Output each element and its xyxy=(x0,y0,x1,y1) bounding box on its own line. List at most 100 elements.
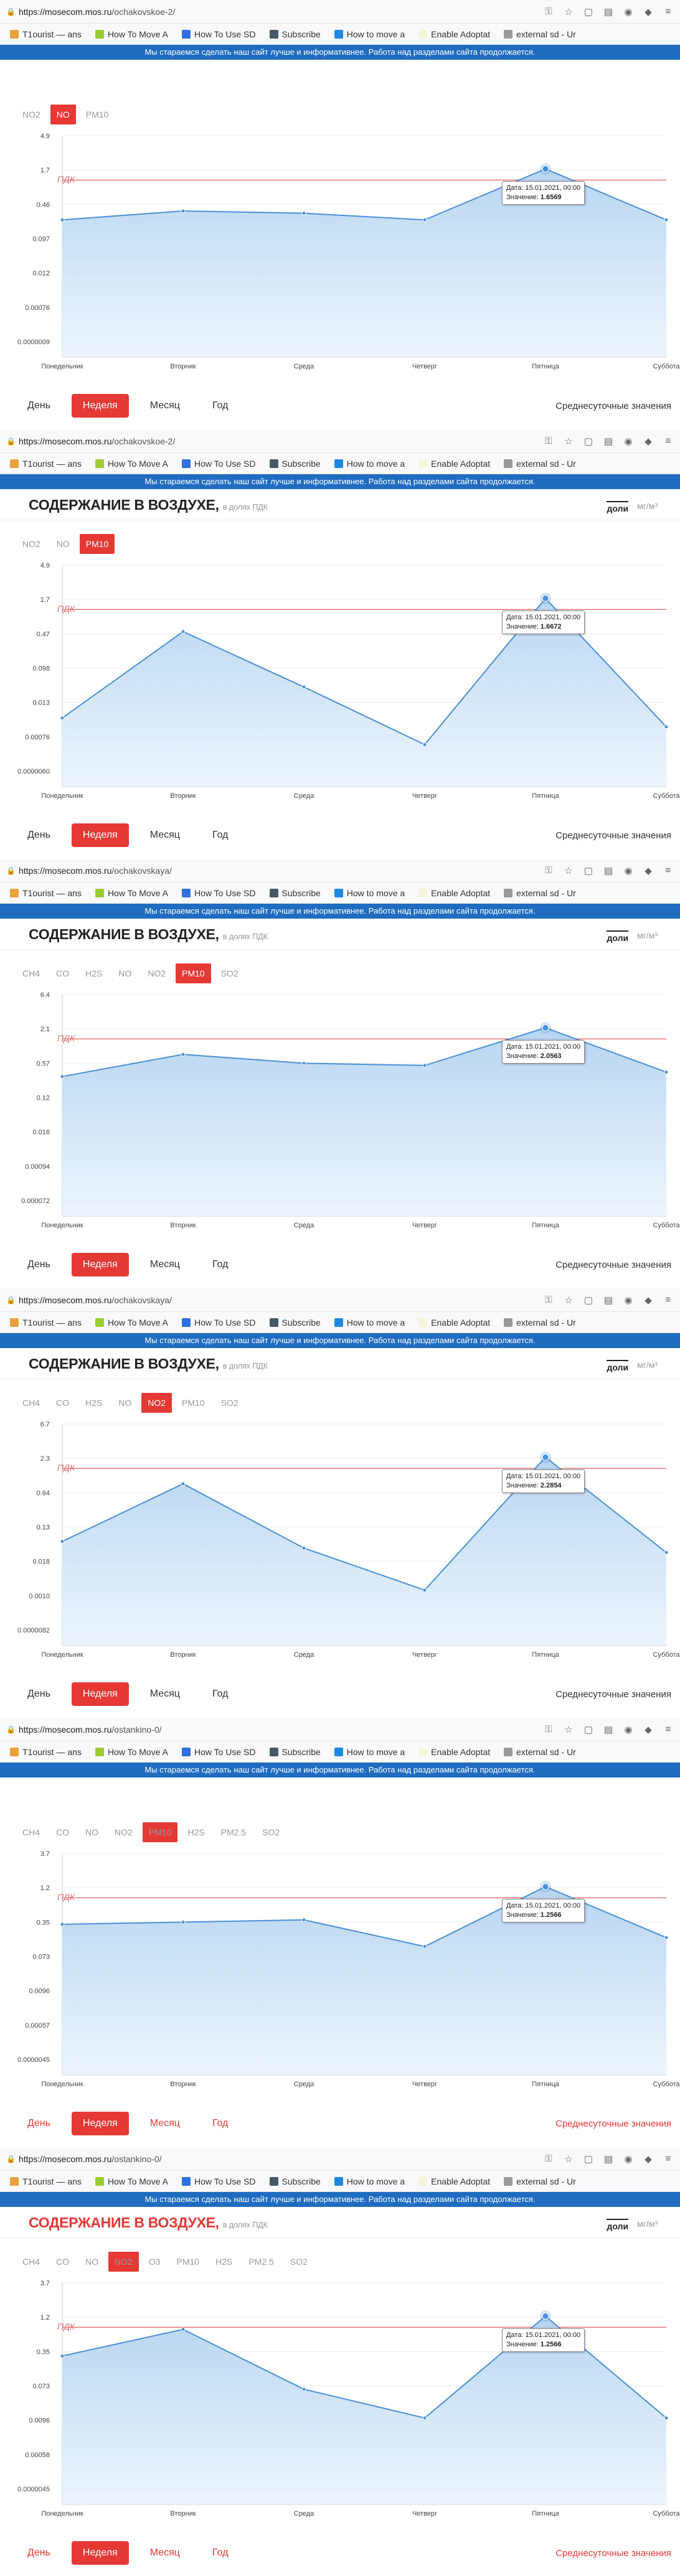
key-icon[interactable]: ⚿ xyxy=(543,1724,554,1735)
bookmark-item[interactable]: How To Move A xyxy=(90,2176,173,2186)
pollutant-tab[interactable]: NO2 xyxy=(108,1822,139,1842)
bookmark-item[interactable]: Subscribe xyxy=(265,1318,326,1328)
pollutant-tab[interactable]: NO xyxy=(79,1822,105,1842)
period-button[interactable]: Год xyxy=(201,823,239,847)
url-text[interactable]: https://mosecom.mos.ru/ostankino-0/ xyxy=(19,1725,543,1735)
key-icon[interactable]: ⚿ xyxy=(543,1295,554,1305)
pollutant-tab[interactable]: PM2.5 xyxy=(242,2252,280,2272)
shield-icon[interactable]: ◆ xyxy=(643,1295,654,1306)
tabs-icon[interactable]: ▤ xyxy=(603,1724,614,1735)
extension-icon[interactable]: ◉ xyxy=(623,6,634,17)
bookmark-item[interactable]: How to move a xyxy=(329,459,410,469)
pollutant-tab[interactable]: NO2 xyxy=(141,1393,172,1413)
bookmark-item[interactable]: T1ourist — ans xyxy=(5,2176,87,2186)
star-icon[interactable]: ☆ xyxy=(563,865,574,876)
key-icon[interactable]: ⚿ xyxy=(543,436,554,446)
url-text[interactable]: https://mosecom.mos.ru/ochakovskaya/ xyxy=(19,866,543,876)
pollutant-tab[interactable]: NO xyxy=(50,534,76,554)
menu-icon[interactable]: ≡ xyxy=(663,6,674,17)
star-icon[interactable]: ☆ xyxy=(563,2153,574,2165)
pollutant-tab[interactable]: PM10 xyxy=(176,963,211,983)
url-text[interactable]: https://mosecom.mos.ru/ostankino-0/ xyxy=(19,2154,543,2164)
bookmark-item[interactable]: Enable Adoptat xyxy=(413,459,495,469)
reader-icon[interactable]: ▢ xyxy=(583,6,594,17)
pollutant-tab[interactable]: PM10 xyxy=(142,1822,178,1842)
reader-icon[interactable]: ▢ xyxy=(583,1295,594,1306)
address-bar[interactable]: 🔒 https://mosecom.mos.ru/ostankino-0/⚿ ☆ ▢ ▤… xyxy=(0,2147,680,2171)
period-button[interactable]: День xyxy=(16,823,62,847)
reader-icon[interactable]: ▢ xyxy=(583,2153,594,2165)
bookmark-item[interactable]: How To Use SD xyxy=(177,1318,261,1328)
bookmark-item[interactable]: external sd - Ur xyxy=(499,2176,581,2186)
address-bar[interactable]: 🔒 https://mosecom.mos.ru/ochakovskaya/⚿ ☆ ▢… xyxy=(0,859,680,883)
period-button[interactable]: Месяц xyxy=(139,1682,191,1706)
reader-icon[interactable]: ▢ xyxy=(583,436,594,447)
url-text[interactable]: https://mosecom.mos.ru/ochakovskaya/ xyxy=(19,1295,543,1305)
key-icon[interactable]: ⚿ xyxy=(543,6,554,17)
pollutant-tab[interactable]: PM10 xyxy=(79,534,115,554)
extension-icon[interactable]: ◉ xyxy=(623,865,634,876)
bookmark-item[interactable]: Subscribe xyxy=(265,459,326,469)
extension-icon[interactable]: ◉ xyxy=(623,436,634,447)
period-button[interactable]: Месяц xyxy=(139,2541,191,2565)
bookmark-item[interactable]: How To Use SD xyxy=(177,1747,261,1757)
period-button[interactable]: Неделя xyxy=(71,2112,129,2135)
period-button[interactable]: День xyxy=(16,1253,62,1276)
star-icon[interactable]: ☆ xyxy=(563,6,574,17)
bookmark-item[interactable]: Enable Adoptat xyxy=(413,1318,495,1328)
period-button[interactable]: Неделя xyxy=(71,394,129,418)
period-button[interactable]: Год xyxy=(201,2112,239,2135)
menu-icon[interactable]: ≡ xyxy=(663,2153,674,2164)
address-bar[interactable]: 🔒 https://mosecom.mos.ru/ostankino-0/⚿ ☆ ▢ ▤… xyxy=(0,1718,680,1741)
extension-icon[interactable]: ◉ xyxy=(623,2153,634,2165)
pollutant-tab[interactable]: NO2 xyxy=(16,105,47,124)
bookmark-item[interactable]: How To Move A xyxy=(90,1747,173,1757)
period-button[interactable]: Неделя xyxy=(71,2541,129,2565)
period-button[interactable]: Год xyxy=(201,2541,239,2565)
star-icon[interactable]: ☆ xyxy=(563,436,574,447)
menu-icon[interactable]: ≡ xyxy=(663,436,674,446)
pollutant-tab[interactable]: NO2 xyxy=(16,534,47,554)
tabs-icon[interactable]: ▤ xyxy=(603,6,614,17)
reader-icon[interactable]: ▢ xyxy=(583,1724,594,1735)
pollutant-tab[interactable]: NO2 xyxy=(108,2252,139,2272)
extension-icon[interactable]: ◉ xyxy=(623,1724,634,1735)
shield-icon[interactable]: ◆ xyxy=(643,2153,654,2165)
pollutant-tab[interactable]: CH4 xyxy=(16,1393,46,1413)
pollutant-tab[interactable]: PM10 xyxy=(171,2252,206,2272)
bookmark-item[interactable]: external sd - Ur xyxy=(499,1747,581,1757)
pollutant-tab[interactable]: H2S xyxy=(79,1393,108,1413)
shield-icon[interactable]: ◆ xyxy=(643,6,654,17)
pollutant-tab[interactable]: H2S xyxy=(209,2252,238,2272)
reader-icon[interactable]: ▢ xyxy=(583,865,594,876)
star-icon[interactable]: ☆ xyxy=(563,1724,574,1735)
address-bar[interactable]: 🔒 https://mosecom.mos.ru/ochakovskoe-2/⚿ ☆… xyxy=(0,429,680,453)
bookmark-item[interactable]: Subscribe xyxy=(265,888,326,898)
pollutant-tab[interactable]: O3 xyxy=(143,2252,167,2272)
period-button[interactable]: Год xyxy=(201,1253,239,1276)
url-text[interactable]: https://mosecom.mos.ru/ochakovskoe-2/ xyxy=(19,436,543,446)
shield-icon[interactable]: ◆ xyxy=(643,436,654,447)
period-button[interactable]: Месяц xyxy=(139,394,191,418)
pollutant-tab[interactable]: NO2 xyxy=(141,963,172,983)
pollutant-tab[interactable]: NO xyxy=(79,2252,105,2272)
pollutant-tab[interactable]: CO xyxy=(50,1822,75,1842)
bookmark-item[interactable]: Subscribe xyxy=(265,1747,326,1757)
tabs-icon[interactable]: ▤ xyxy=(603,1295,614,1306)
bookmark-item[interactable]: Subscribe xyxy=(265,2176,326,2186)
bookmark-item[interactable]: How to move a xyxy=(329,1747,410,1757)
pollutant-tab[interactable]: PM2.5 xyxy=(215,1822,252,1842)
bookmark-item[interactable]: How to move a xyxy=(329,2176,410,2186)
period-button[interactable]: День xyxy=(16,2541,62,2565)
pollutant-tab[interactable]: SO2 xyxy=(215,1393,245,1413)
pollutant-tab[interactable]: CO xyxy=(50,963,75,983)
unit-mg-button[interactable]: мг/м³ xyxy=(637,1360,658,1372)
bookmark-item[interactable]: How To Use SD xyxy=(177,459,261,469)
bookmark-item[interactable]: How To Move A xyxy=(90,29,173,39)
unit-doli-button[interactable]: доли xyxy=(607,501,629,513)
period-button[interactable]: Неделя xyxy=(71,823,129,847)
star-icon[interactable]: ☆ xyxy=(563,1295,574,1306)
bookmark-item[interactable]: Enable Adoptat xyxy=(413,888,495,898)
bookmark-item[interactable]: How to move a xyxy=(329,29,410,39)
pollutant-tab[interactable]: CH4 xyxy=(16,1822,46,1842)
